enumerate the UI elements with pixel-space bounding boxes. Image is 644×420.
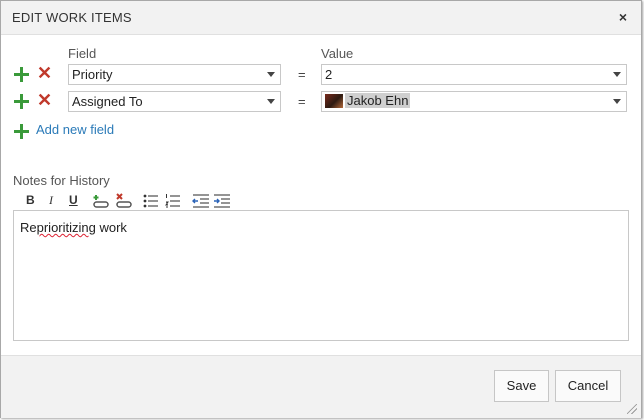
- notes-text-rest: work: [95, 220, 127, 235]
- save-button[interactable]: Save: [494, 370, 549, 402]
- operator-equals: =: [298, 94, 306, 109]
- field-column-header: Field: [68, 46, 97, 61]
- dialog-footer: Save Cancel: [1, 355, 641, 418]
- value-column-header: Value: [321, 46, 354, 61]
- notes-text-prefix: Re: [20, 220, 37, 235]
- link-add-icon[interactable]: [91, 193, 111, 209]
- value-select-value: 2: [325, 67, 333, 82]
- edit-work-items-dialog: EDIT WORK ITEMS × Field Value ✕ Priority…: [0, 0, 642, 418]
- operator-equals: =: [298, 67, 306, 82]
- notes-editor[interactable]: Reprioritizing work: [13, 210, 629, 341]
- notes-text: Reprioritizing work: [20, 220, 127, 235]
- remove-row-x-icon[interactable]: ✕: [37, 91, 52, 109]
- remove-row-x-icon[interactable]: ✕: [37, 64, 52, 82]
- notes-text-misspelled: prioritizing: [36, 220, 96, 235]
- field-select-value: Assigned To: [72, 94, 143, 109]
- plus-icon: [14, 124, 29, 139]
- add-row-plus-icon[interactable]: [14, 67, 29, 82]
- add-new-field-label: Add new field: [36, 122, 115, 137]
- add-row-plus-icon[interactable]: [14, 94, 29, 109]
- field-select-priority[interactable]: Priority: [68, 64, 281, 85]
- link-remove-icon[interactable]: [114, 193, 134, 209]
- cancel-button[interactable]: Cancel: [555, 370, 621, 402]
- chevron-down-icon: [267, 99, 275, 104]
- field-select-assigned-to[interactable]: Assigned To: [68, 91, 281, 112]
- value-select-priority[interactable]: 2: [321, 64, 627, 85]
- indent-icon[interactable]: [213, 193, 231, 209]
- chevron-down-icon: [613, 72, 621, 77]
- value-select-assigned-to[interactable]: Jakob Ehn: [321, 91, 627, 112]
- notes-for-history-label: Notes for History: [13, 173, 110, 188]
- field-select-value: Priority: [72, 67, 113, 82]
- resize-grip-icon[interactable]: [627, 404, 637, 414]
- field-row-priority: ✕ Priority = 2: [1, 64, 641, 88]
- chevron-down-icon: [267, 72, 275, 77]
- avatar: [325, 94, 343, 108]
- numbered-list-icon[interactable]: [165, 193, 181, 209]
- value-select-value: Jakob Ehn: [345, 93, 411, 108]
- bullet-list-icon[interactable]: [143, 193, 159, 209]
- field-row-assigned-to: ✕ Assigned To = Jakob Ehn: [1, 91, 641, 115]
- bold-button[interactable]: B: [26, 193, 35, 211]
- italic-button[interactable]: I: [49, 193, 53, 211]
- close-icon[interactable]: ×: [619, 9, 627, 25]
- outdent-icon[interactable]: [192, 193, 210, 209]
- chevron-down-icon: [613, 99, 621, 104]
- underline-button[interactable]: U: [69, 193, 78, 211]
- dialog-title: EDIT WORK ITEMS: [12, 10, 132, 25]
- dialog-titlebar: EDIT WORK ITEMS ×: [1, 1, 641, 35]
